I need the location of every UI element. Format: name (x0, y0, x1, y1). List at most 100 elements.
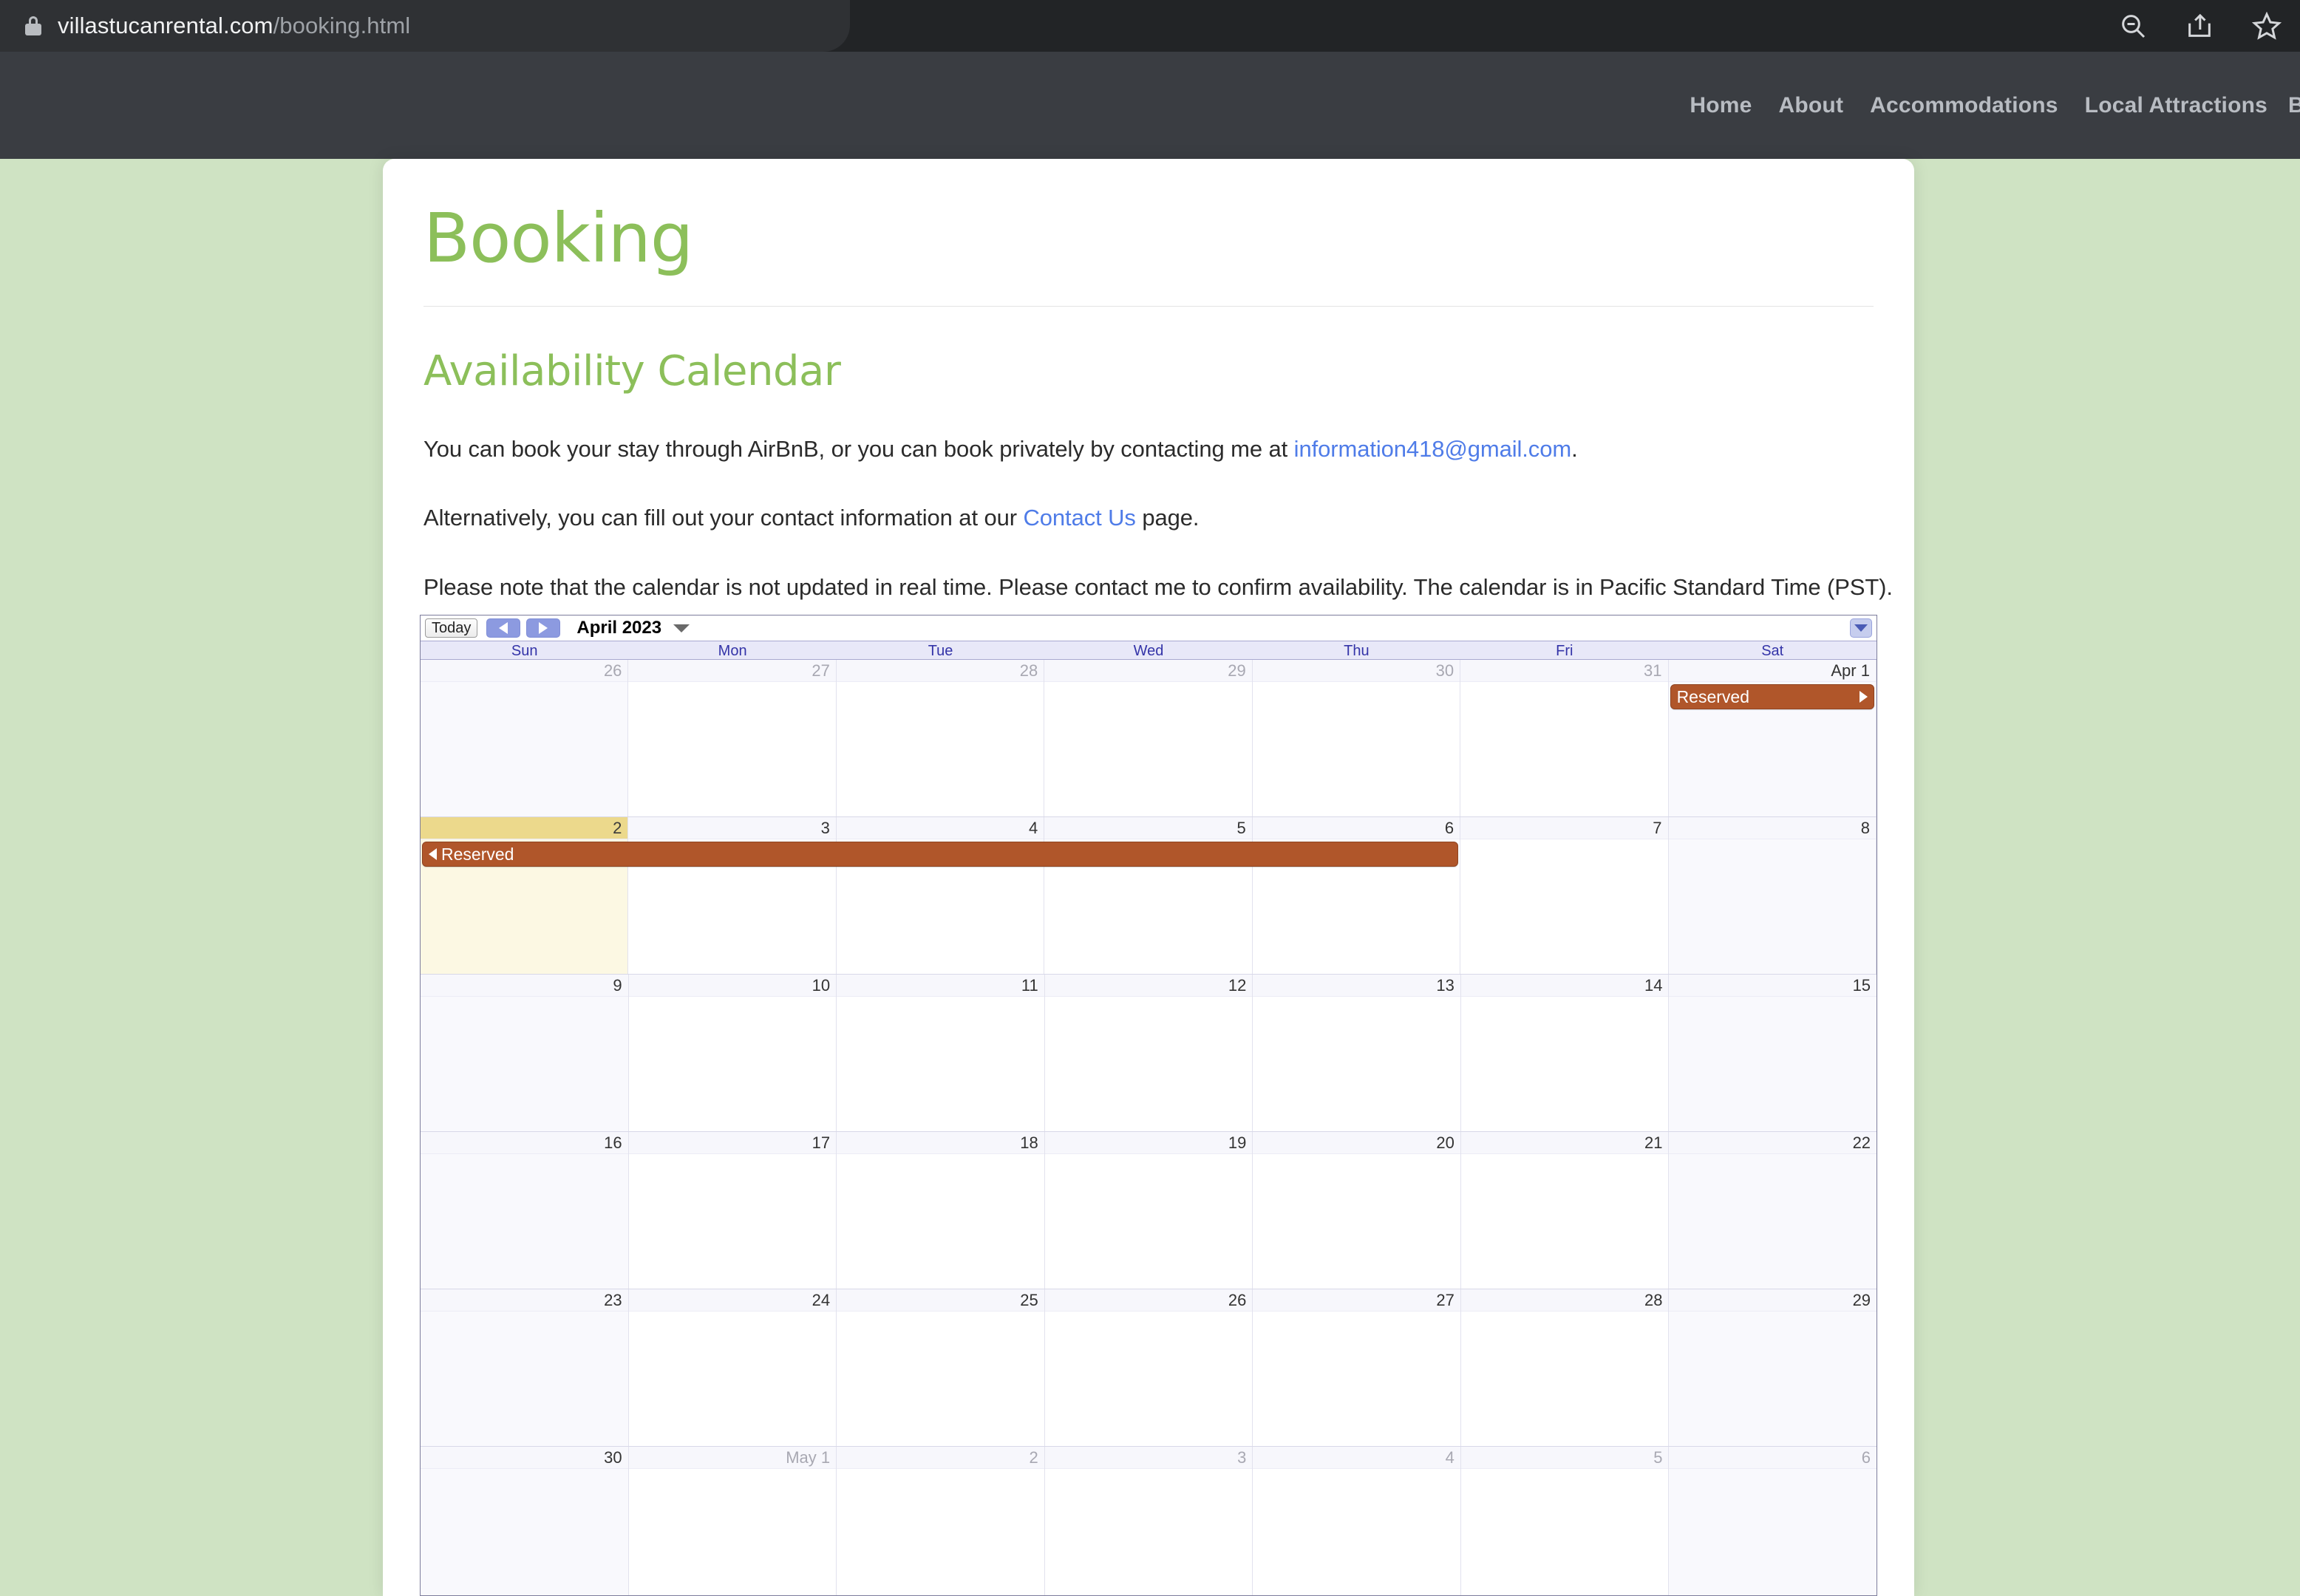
calendar-date-number: 12 (1044, 975, 1253, 997)
nav-item-local-attractions[interactable]: Local Attractions (2072, 93, 2281, 118)
calendar-day-cell[interactable]: 24 (628, 1289, 837, 1446)
day-header-sat: Sat (1761, 643, 1784, 659)
zoom-out-icon[interactable] (2118, 11, 2148, 41)
calendar-date-number: 3 (1044, 1447, 1253, 1469)
browser-toolbar: villastucanrental.com/booking.html (0, 0, 2300, 52)
calendar-day-cell[interactable]: 27 (628, 660, 837, 816)
calendar-date-number: 14 (1460, 975, 1669, 997)
calendar-day-cell[interactable]: 31 (1460, 660, 1669, 816)
calendar-date-number: 5 (1460, 1447, 1669, 1469)
today-button[interactable]: Today (425, 618, 478, 638)
paragraph-1-text-after: . (1571, 435, 1578, 462)
calendar-date-number: 21 (1460, 1132, 1669, 1154)
calendar-day-cell[interactable]: 5 (1044, 817, 1253, 974)
calendar-day-cell[interactable]: 10 (628, 975, 837, 1131)
share-icon[interactable] (2185, 11, 2214, 41)
nav-item-about[interactable]: About (1766, 93, 1857, 118)
calendar-toolbar: Today April 2023 (421, 615, 1877, 641)
calendar-date-number: May 1 (628, 1447, 837, 1469)
calendar-day-cell[interactable]: 29 (1044, 660, 1253, 816)
calendar-date-number: 15 (1669, 975, 1877, 997)
calendar-date-number: 18 (837, 1132, 1044, 1154)
calendar-day-cell[interactable]: 9 (421, 975, 629, 1131)
calendar-event-reserved[interactable]: Reserved (422, 842, 1459, 867)
calendar-day-cell[interactable]: 25 (837, 1289, 1045, 1446)
day-header-wed: Wed (1133, 643, 1164, 659)
calendar-day-cell[interactable]: May 1 (628, 1447, 837, 1595)
title-divider (423, 305, 1874, 307)
calendar-day-cell[interactable]: 26 (1044, 1289, 1253, 1446)
nav-list: Home About Accommodations Local Attracti… (1676, 93, 2300, 118)
nav-item-home[interactable]: Home (1676, 93, 1765, 118)
nav-item-accommodations[interactable]: Accommodations (1857, 93, 2072, 118)
calendar-month-title: April 2023 (576, 618, 662, 638)
calendar-day-cell[interactable]: 30 (1252, 660, 1461, 816)
address-bar[interactable]: villastucanrental.com/booking.html (0, 0, 850, 52)
previous-month-button[interactable] (486, 618, 521, 638)
calendar-week-row: 9 10 11 12 13 14 15 (421, 975, 1877, 1132)
calendar-week-row: 2 3 4 5 6 7 8 Reserved (421, 817, 1877, 975)
calendar-day-cell[interactable]: 28 (1460, 1289, 1670, 1446)
calendar-date-number: 2 (421, 817, 628, 839)
calendar-week-row: 23 24 25 26 27 28 29 (421, 1289, 1877, 1447)
calendar-day-cell[interactable]: 3 (628, 817, 837, 974)
calendar-date-number: Apr 1 (1668, 660, 1876, 682)
calendar-event-reserved[interactable]: Reserved (1670, 684, 1874, 709)
next-month-button[interactable] (526, 618, 561, 638)
calendar-day-cell[interactable]: 7 (1460, 817, 1669, 974)
calendar-date-number: 3 (628, 817, 836, 839)
calendar-day-headers: Sun Mon Tue Wed Thu Fri Sat (421, 641, 1877, 660)
calendar-day-cell[interactable]: 4 (1253, 1447, 1461, 1595)
calendar-expand-button[interactable] (1850, 618, 1872, 638)
calendar-date-number: 13 (1253, 975, 1460, 997)
calendar-day-cell[interactable]: 26 (421, 660, 629, 816)
calendar-date-number: 9 (421, 975, 628, 997)
calendar-date-number: 4 (836, 817, 1044, 839)
calendar-date-number: 26 (1044, 1289, 1253, 1312)
calendar-date-number: 6 (1669, 1447, 1877, 1469)
paragraph-2-text-after: page. (1135, 505, 1200, 531)
calendar-week-row: 30 May 123456 (421, 1447, 1877, 1595)
calendar-day-cell[interactable]: 20 (1253, 1132, 1461, 1289)
calendar-day-cell[interactable]: 15 (1669, 975, 1877, 1131)
calendar-day-cell[interactable]: 21 (1460, 1132, 1670, 1289)
calendar-day-cell[interactable]: 18 (837, 1132, 1045, 1289)
calendar-day-cell[interactable]: 3 (1044, 1447, 1253, 1595)
calendar-day-cell[interactable]: 11 (837, 975, 1045, 1131)
bookmark-star-icon[interactable] (2251, 10, 2282, 41)
nav-item-booking-truncated[interactable]: B (2288, 93, 2300, 118)
url-text: villastucanrental.com/booking.html (58, 13, 410, 39)
calendar-day-cell[interactable]: Apr 1 (1668, 660, 1877, 816)
chevron-down-icon[interactable] (673, 624, 690, 632)
calendar-date-number: 20 (1253, 1132, 1460, 1154)
calendar-date-number: 29 (1669, 1289, 1877, 1312)
calendar-day-cell[interactable]: 17 (628, 1132, 837, 1289)
event-continues-left-icon (429, 848, 437, 860)
calendar-date-number: 19 (1044, 1132, 1253, 1154)
calendar-day-cell[interactable]: 2 (837, 1447, 1045, 1595)
calendar-date-number: 27 (1253, 1289, 1460, 1312)
calendar-day-cell[interactable]: 2 (421, 817, 629, 974)
calendar-day-cell[interactable]: 28 (836, 660, 1045, 816)
calendar-day-cell[interactable]: 5 (1460, 1447, 1670, 1595)
calendar-day-cell[interactable]: 27 (1253, 1289, 1461, 1446)
calendar-day-cell[interactable]: 29 (1669, 1289, 1877, 1446)
calendar-day-cell[interactable]: 12 (1044, 975, 1253, 1131)
calendar-date-number: 10 (628, 975, 837, 997)
browser-action-icons (2118, 0, 2300, 52)
calendar-day-cell[interactable]: 6 (1669, 1447, 1877, 1595)
calendar-day-cell[interactable]: 4 (836, 817, 1045, 974)
calendar-day-cell[interactable]: 23 (421, 1289, 629, 1446)
calendar-date-number: 31 (1460, 660, 1668, 682)
calendar-day-cell[interactable]: 13 (1253, 975, 1461, 1131)
email-link[interactable]: information418@gmail.com (1294, 436, 1572, 462)
calendar-day-cell[interactable]: 8 (1668, 817, 1877, 974)
calendar-day-cell[interactable]: 16 (421, 1132, 629, 1289)
calendar-day-cell[interactable]: 19 (1044, 1132, 1253, 1289)
contact-us-link[interactable]: Contact Us (1023, 505, 1135, 531)
calendar-day-cell[interactable]: 30 (421, 1447, 629, 1595)
calendar-day-cell[interactable]: 6 (1252, 817, 1461, 974)
chevron-down-icon (1854, 624, 1868, 632)
calendar-day-cell[interactable]: 22 (1669, 1132, 1877, 1289)
calendar-day-cell[interactable]: 14 (1460, 975, 1670, 1131)
